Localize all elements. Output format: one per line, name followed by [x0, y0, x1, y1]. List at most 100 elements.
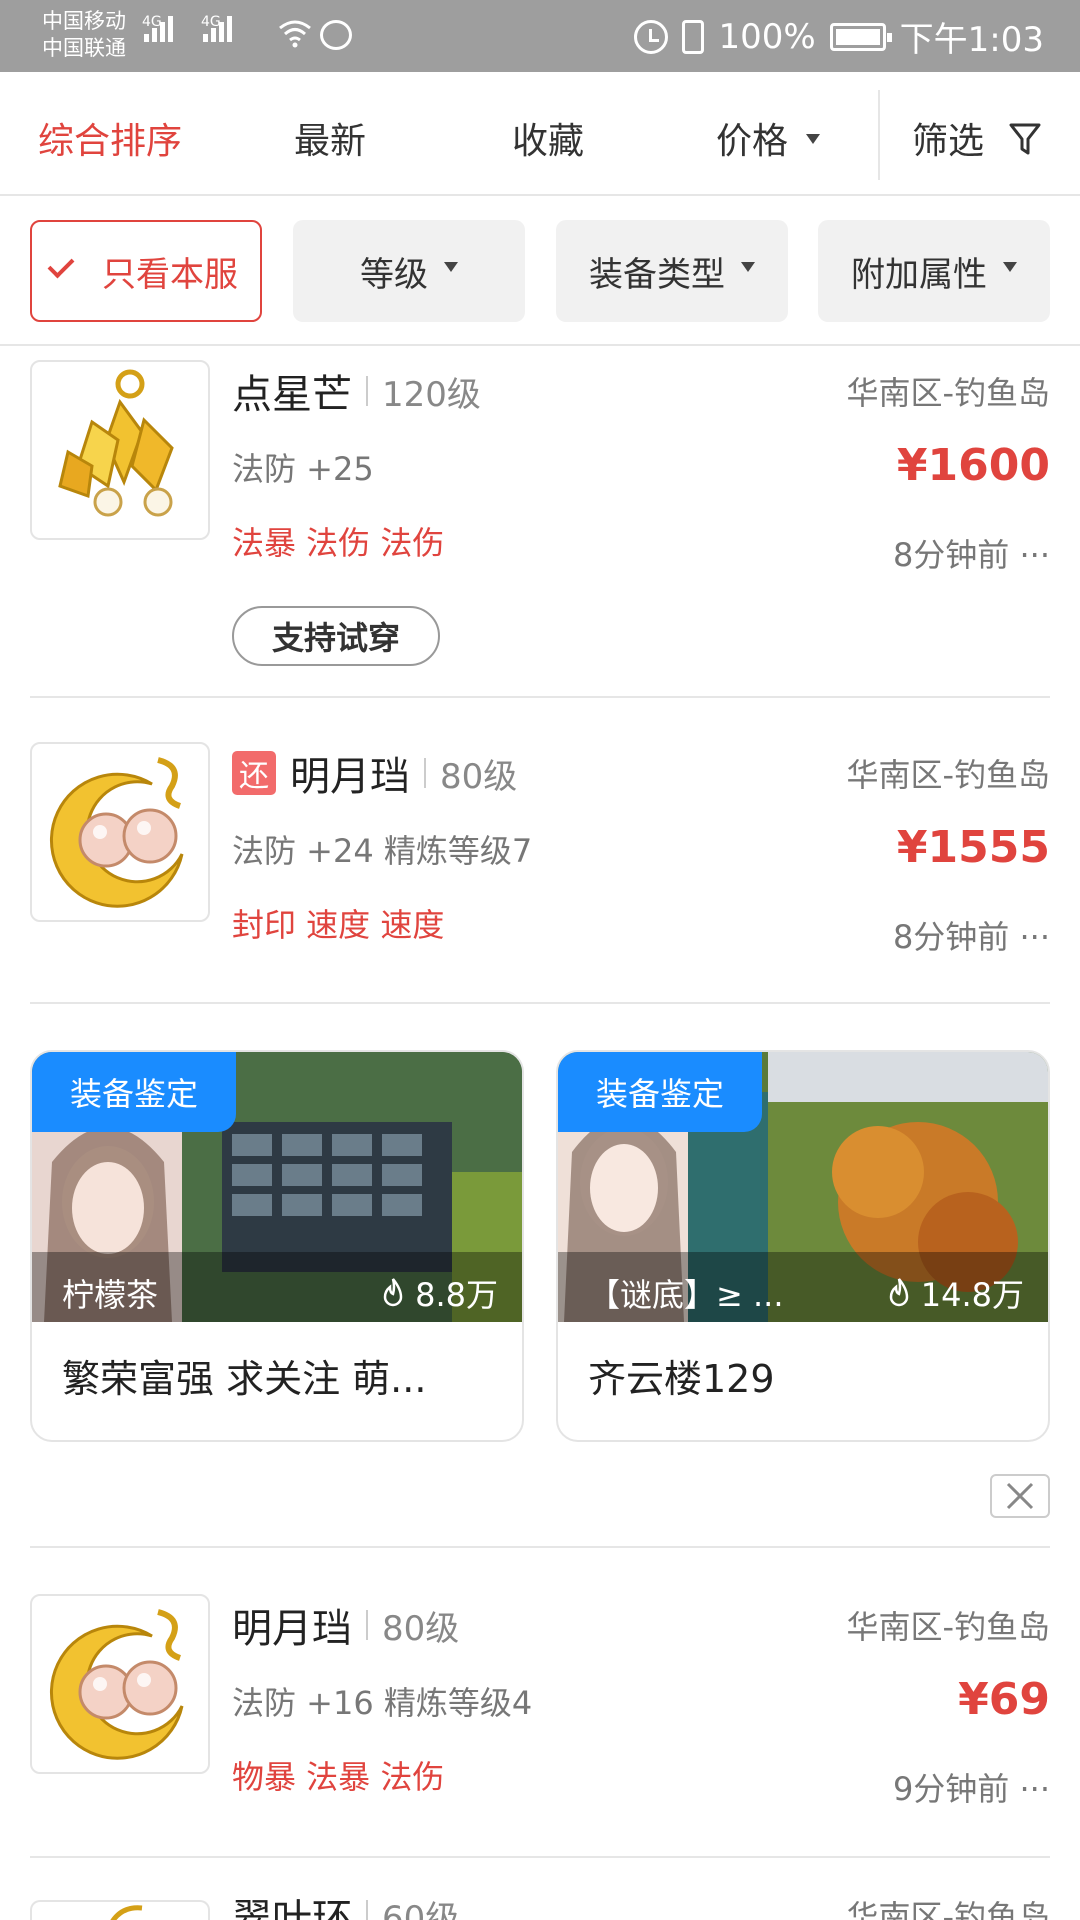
video-card[interactable]: 装备鉴定 柠檬茶 8.8万 繁荣富强 求关注 萌... — [30, 1050, 524, 1442]
clock: 下午1:03 — [899, 20, 1044, 60]
item-server: 华南区-钓鱼岛 — [846, 374, 1050, 412]
chevron-down-icon — [1003, 262, 1017, 272]
item-stats: 法防 +16 精炼等级4 — [232, 1684, 533, 1722]
item-title: 明月珰 80级 — [232, 1596, 459, 1654]
item-title: 点星芒 120级 — [232, 362, 481, 420]
list-item[interactable]: 点星芒 120级 华南区-钓鱼岛 法防 +25 ¥1600 法暴 法伤 法伤 8… — [30, 360, 1050, 680]
title-separator — [366, 1610, 368, 1640]
signal-1-icon: 4G — [142, 14, 173, 42]
title-separator — [424, 758, 426, 788]
chevron-down-icon — [444, 262, 458, 272]
title-separator — [366, 1900, 368, 1920]
video-card[interactable]: 装备鉴定 【谜底】≥ ... 14.8万 齐云楼129 — [556, 1050, 1050, 1442]
video-views: 8.8万 — [379, 1270, 498, 1316]
chip-same-server-label: 只看本服 — [102, 254, 238, 295]
try-on-badge: 支持试穿 — [232, 606, 440, 666]
sort-bar: 综合排序 最新 收藏 价格 筛选 — [0, 72, 1080, 196]
chip-level-label: 等级 — [360, 254, 428, 295]
hand-icon — [320, 20, 352, 50]
item-stats: 法防 +24 精炼等级7 — [232, 832, 533, 870]
jade-leaf-ring-icon — [30, 1900, 210, 1920]
item-level: 120级 — [382, 374, 481, 415]
item-time[interactable]: 9分钟前 ··· — [893, 1764, 1050, 1810]
video-badge: 装备鉴定 — [32, 1052, 236, 1132]
item-level: 80级 — [440, 756, 518, 797]
status-bar: 中国移动 中国联通 4G 4G 100% 下午1:03 — [0, 0, 1080, 72]
item-server: 华南区-钓鱼岛 — [846, 1608, 1050, 1646]
filter-icon — [1009, 123, 1041, 155]
divider — [30, 1002, 1050, 1004]
chip-extra-attr-label: 附加属性 — [851, 254, 987, 295]
wifi-icon — [279, 20, 311, 48]
item-time[interactable]: 8分钟前 ··· — [893, 912, 1050, 958]
filter-button[interactable]: 筛选 — [912, 112, 1041, 164]
item-price: ¥1555 — [896, 822, 1050, 873]
alarm-icon — [634, 19, 669, 54]
chip-equip-type-label: 装备类型 — [589, 254, 725, 295]
return-badge: 还 — [232, 751, 276, 795]
item-name: 明月珰 — [232, 1606, 352, 1652]
list-item[interactable]: 还 明月珰 80级 华南区-钓鱼岛 法防 +24 精炼等级7 ¥1555 封印 … — [30, 742, 1050, 962]
pearl-crescent-earring-icon — [30, 1594, 210, 1774]
video-views-count: 8.8万 — [415, 1276, 498, 1314]
pearl-crescent-earring-icon — [30, 742, 210, 922]
sort-price-label: 价格 — [716, 121, 789, 162]
item-level: 60级 — [382, 1898, 460, 1920]
carrier-1: 中国移动 — [42, 9, 126, 33]
gold-flower-earring-icon — [30, 360, 210, 540]
item-server: 华南区-钓鱼岛 — [846, 1898, 1050, 1920]
signal-icons: 4G 4G — [142, 14, 232, 42]
item-title: 翠叶环 60级 — [232, 1886, 459, 1920]
signal-2-icon: 4G — [201, 14, 232, 42]
flame-icon — [889, 1278, 908, 1307]
list-item[interactable]: 明月珰 80级 华南区-钓鱼岛 法防 +16 精炼等级4 ¥69 物暴 法暴 法… — [30, 1594, 1050, 1814]
chip-same-server[interactable]: 只看本服 — [30, 220, 262, 322]
item-time[interactable]: 8分钟前 ··· — [893, 530, 1050, 576]
chevron-down-icon — [741, 262, 755, 272]
item-tags: 物暴 法暴 法伤 — [232, 1758, 445, 1796]
divider — [30, 1856, 1050, 1858]
video-streamer: 柠檬茶 — [62, 1276, 159, 1314]
chevron-down-icon — [806, 134, 821, 144]
video-views: 14.8万 — [885, 1270, 1024, 1316]
carrier-2: 中国联通 — [42, 36, 126, 60]
carrier-info: 中国移动 中国联通 — [42, 8, 126, 62]
chip-equip-type[interactable]: 装备类型 — [556, 220, 788, 322]
flame-icon — [383, 1278, 403, 1307]
title-separator — [366, 376, 368, 406]
list-item[interactable]: 翠叶环 60级 华南区-钓鱼岛 — [30, 1896, 1050, 1920]
item-name: 翠叶环 — [232, 1896, 352, 1920]
item-name: 点星芒 — [232, 372, 352, 418]
vibrate-icon — [682, 19, 705, 54]
divider — [30, 1546, 1050, 1548]
item-title: 还 明月珰 80级 — [232, 744, 517, 802]
battery-percent: 100% — [718, 16, 816, 57]
item-name: 明月珰 — [290, 754, 410, 800]
sort-newest[interactable]: 最新 — [294, 112, 366, 164]
video-streamer: 【谜底】≥ ... — [588, 1276, 784, 1314]
sort-divider — [878, 90, 880, 180]
chip-extra-attr[interactable]: 附加属性 — [818, 220, 1050, 322]
sort-comprehensive[interactable]: 综合排序 — [38, 112, 182, 164]
item-price: ¥1600 — [896, 440, 1050, 491]
video-title: 齐云楼129 — [588, 1357, 775, 1401]
sort-price[interactable]: 价格 — [716, 112, 821, 164]
video-badge: 装备鉴定 — [558, 1052, 762, 1132]
close-icon — [1006, 1482, 1034, 1510]
filter-label: 筛选 — [912, 121, 985, 162]
divider — [30, 696, 1050, 698]
item-tags: 封印 速度 速度 — [232, 906, 445, 944]
item-server: 华南区-钓鱼岛 — [846, 756, 1050, 794]
video-title: 繁荣富强 求关注 萌... — [62, 1357, 427, 1401]
battery-icon — [829, 22, 892, 51]
close-button[interactable] — [990, 1474, 1050, 1518]
item-level: 80级 — [382, 1608, 460, 1649]
check-icon — [47, 251, 75, 279]
item-price: ¥69 — [958, 1674, 1050, 1725]
chip-level[interactable]: 等级 — [293, 220, 525, 322]
sort-favorites[interactable]: 收藏 — [512, 112, 584, 164]
item-tags: 法暴 法伤 法伤 — [232, 524, 445, 562]
filter-chip-bar: 只看本服 等级 装备类型 附加属性 — [0, 196, 1080, 346]
video-views-count: 14.8万 — [920, 1276, 1024, 1314]
status-right: 100% 下午1:03 — [634, 12, 1044, 61]
